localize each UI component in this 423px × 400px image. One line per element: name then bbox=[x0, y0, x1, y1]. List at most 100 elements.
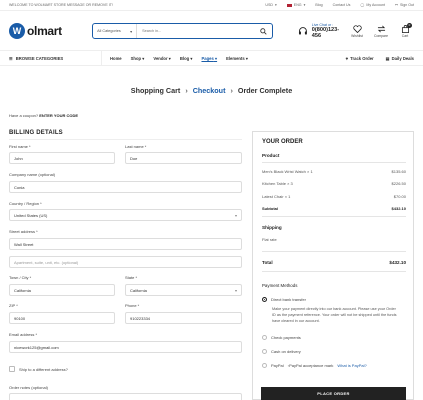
chevron-down-icon: ▾ bbox=[274, 3, 277, 7]
nav-item-pages[interactable]: Pages ▾ bbox=[201, 56, 217, 61]
main-header: W olmart All Categories ▾ Live Chat or :… bbox=[0, 12, 423, 50]
apartment-field[interactable]: Apartment, suite, unit, etc. (optional) bbox=[9, 256, 242, 268]
city-field[interactable]: California bbox=[9, 284, 115, 296]
daily-deals-link[interactable]: ▤ Daily Deals bbox=[386, 56, 414, 61]
step-shopping-cart[interactable]: Shopping Cart bbox=[131, 86, 181, 95]
subtotal-row: Subtotal $432.10 bbox=[262, 206, 406, 211]
top-contact-link[interactable]: Contact Us bbox=[333, 3, 351, 7]
company-label: Company name (optional) bbox=[9, 172, 56, 177]
step-separator-icon: › bbox=[230, 86, 233, 95]
last-name-field[interactable]: Doe bbox=[125, 152, 242, 164]
flag-icon bbox=[286, 3, 292, 7]
top-bar: WELCOME TO WOLMART STORE MESSAGE OR REMO… bbox=[0, 0, 423, 11]
payment-bank-radio[interactable]: Direct bank transfer bbox=[262, 297, 306, 302]
place-order-button[interactable]: PLACE ORDER bbox=[261, 387, 406, 400]
paypal-acceptance-image: ▫PayPal acceptance mark bbox=[287, 363, 334, 368]
payment-cod-radio[interactable]: Cash on delivery bbox=[262, 349, 301, 354]
country-select[interactable]: United States (US) ▾ bbox=[9, 209, 242, 221]
logo-mark-icon: W bbox=[9, 23, 25, 39]
shipping-value: Flat rate bbox=[262, 237, 277, 242]
category-select[interactable]: All Categories ▾ bbox=[93, 24, 138, 38]
street-field[interactable]: Wall Street bbox=[9, 238, 242, 250]
compare-button[interactable]: Compare bbox=[372, 25, 390, 38]
phone-field[interactable]: 910223334 bbox=[125, 312, 242, 324]
my-account-link[interactable]: ◯ My Account bbox=[360, 3, 385, 7]
phone-number[interactable]: 0(800)123-456 bbox=[312, 27, 348, 39]
nav-menu: Home Shop ▾ Vendor ▾ Blog ▾ Pages ▾ Elem… bbox=[110, 56, 248, 61]
site-logo[interactable]: W olmart bbox=[9, 23, 84, 39]
nav-item-elements[interactable]: Elements ▾ bbox=[226, 56, 248, 61]
nav-item-blog[interactable]: Blog ▾ bbox=[180, 56, 193, 61]
chevron-down-icon: ▾ bbox=[214, 55, 218, 61]
nav-item-vendor[interactable]: Vendor ▾ bbox=[153, 56, 170, 61]
chevron-down-icon: ▾ bbox=[142, 55, 145, 61]
signout-icon: ↦ bbox=[395, 3, 399, 7]
payment-paypal-radio[interactable]: PayPal ▫PayPal acceptance mark What is P… bbox=[262, 363, 367, 368]
country-label: Country / Region * bbox=[9, 201, 42, 206]
radio-icon bbox=[262, 349, 267, 354]
chevron-down-icon: ▾ bbox=[130, 29, 133, 34]
email-label: Email address * bbox=[9, 332, 38, 337]
state-label: State * bbox=[125, 275, 138, 280]
order-notes-label: Order notes (optional) bbox=[9, 385, 48, 390]
zip-field[interactable]: 90100 bbox=[9, 312, 115, 324]
product-header: Product bbox=[262, 153, 280, 158]
order-notes-field[interactable] bbox=[9, 393, 242, 400]
coupon-prompt: Have a coupon? ENTER YOUR CODE bbox=[9, 113, 79, 118]
chevron-down-icon: ▾ bbox=[234, 212, 237, 218]
first-name-field[interactable]: John bbox=[9, 152, 115, 164]
contact-block: Live Chat or : 0(800)123-456 bbox=[298, 23, 348, 39]
checkout-steps: Shopping Cart › Checkout › Order Complet… bbox=[0, 86, 423, 95]
top-blog-link[interactable]: Blog bbox=[315, 3, 322, 7]
step-order-complete: Order Complete bbox=[237, 86, 293, 95]
compare-icon bbox=[377, 25, 385, 32]
currency-select[interactable]: USD ▾ bbox=[265, 3, 276, 7]
enter-coupon-link[interactable]: ENTER YOUR CODE bbox=[39, 113, 78, 118]
headset-icon bbox=[298, 27, 307, 35]
shipping-label: Shipping bbox=[262, 225, 282, 230]
payment-check-radio[interactable]: Check payments bbox=[262, 335, 301, 340]
chevron-down-icon: ▾ bbox=[303, 3, 306, 7]
chevron-down-icon: ▾ bbox=[234, 287, 237, 293]
language-select[interactable]: ENG ▾ bbox=[286, 3, 306, 7]
chevron-down-icon: ▾ bbox=[245, 55, 248, 61]
divider bbox=[262, 271, 406, 272]
radio-selected-icon bbox=[262, 297, 267, 302]
order-summary: YOUR ORDER Product Men's Black Wrist Wat… bbox=[252, 131, 414, 400]
email-field[interactable]: nicework125@gmail.com bbox=[9, 341, 242, 353]
search-bar: All Categories ▾ bbox=[92, 23, 273, 39]
divider bbox=[262, 251, 406, 252]
checkbox-icon bbox=[9, 366, 15, 372]
chevron-down-icon: ▾ bbox=[190, 55, 193, 61]
radio-icon bbox=[262, 335, 267, 340]
wishlist-button[interactable]: Wishlist bbox=[348, 24, 366, 38]
zip-label: ZIP * bbox=[9, 303, 18, 308]
user-icon: ◯ bbox=[360, 3, 365, 7]
payment-methods-title: Payment Methods bbox=[262, 283, 298, 288]
state-select[interactable]: California ▾ bbox=[125, 284, 242, 296]
what-is-paypal-link[interactable]: What is PayPal? bbox=[337, 363, 366, 368]
city-label: Town / City * bbox=[9, 275, 32, 280]
sign-out-link[interactable]: ↦ Sign Out bbox=[395, 3, 414, 7]
nav-item-home[interactable]: Home bbox=[110, 56, 122, 61]
company-field[interactable]: Conia bbox=[9, 181, 242, 193]
welcome-message: WELCOME TO WOLMART STORE MESSAGE OR REMO… bbox=[9, 3, 113, 7]
ship-different-checkbox[interactable]: Ship to a different address? bbox=[9, 366, 68, 372]
track-order-link[interactable]: ⌖ Track Order bbox=[346, 56, 374, 61]
deals-icon: ▤ bbox=[385, 55, 390, 61]
last-name-label: Last name * bbox=[125, 144, 147, 149]
step-checkout[interactable]: Checkout bbox=[193, 86, 226, 95]
billing-title: BILLING DETAILS bbox=[9, 130, 63, 136]
heart-icon bbox=[352, 24, 362, 33]
main-nav: ☰ BROWSE CATEGORIES Home Shop ▾ Vendor ▾… bbox=[0, 50, 423, 66]
cart-button[interactable]: 0 Cart bbox=[396, 22, 414, 38]
nav-item-shop[interactable]: Shop ▾ bbox=[131, 56, 145, 61]
street-label: Street address * bbox=[9, 229, 38, 234]
browse-categories-button[interactable]: ☰ BROWSE CATEGORIES bbox=[9, 51, 102, 65]
phone-label: Phone * bbox=[125, 303, 140, 308]
order-item: Latest Chair × 1 $70.00 bbox=[262, 194, 406, 199]
search-button[interactable] bbox=[256, 24, 272, 38]
order-item: Kitchen Table × 3 $226.50 bbox=[262, 181, 406, 186]
bank-transfer-description: Make your payment directly into our bank… bbox=[272, 307, 397, 323]
search-input[interactable] bbox=[137, 24, 256, 38]
